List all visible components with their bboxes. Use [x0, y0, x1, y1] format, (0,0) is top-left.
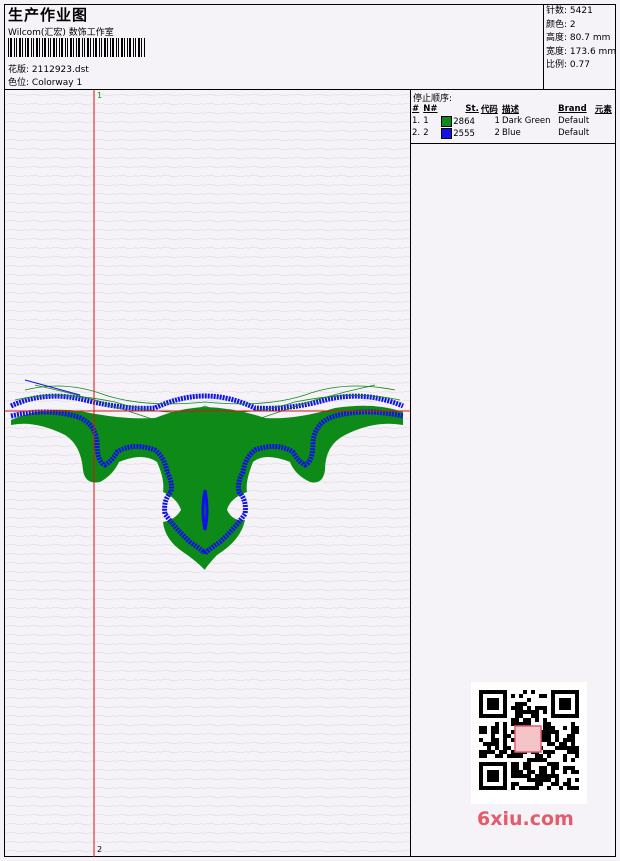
stop-sequence-panel: 停止顺序: # N# St. 代码 描述 Brand 元素 1. 1 2864 … — [411, 90, 615, 857]
watermark-logo: 6xiu.com — [477, 808, 574, 830]
colorway-label: 色位: — [8, 78, 30, 88]
col-number: N# — [423, 103, 438, 114]
col-code: 代码 — [480, 104, 498, 115]
color-swatch — [441, 127, 453, 139]
barcode — [8, 38, 145, 57]
worksheet-header: 生产作业图 Wilcom(汇宏) 数饰工作室 花版: 2112923.dst 色… — [5, 5, 616, 90]
design-label: 花版: — [8, 65, 30, 75]
embroidery-canvas: 1 2 — [5, 90, 411, 857]
design-file-row: 花版: 2112923.dst — [8, 62, 89, 75]
embroidery-preview — [5, 90, 410, 857]
end-marker: 2 — [97, 845, 103, 854]
page-title: 生产作业图 — [8, 6, 89, 24]
start-marker: 1 — [97, 91, 103, 100]
col-element: 元素 — [594, 104, 612, 115]
stat-colors: 颜色: 2 — [546, 19, 576, 30]
production-worksheet: 生产作业图 Wilcom(汇宏) 数饰工作室 花版: 2112923.dst 色… — [4, 4, 616, 857]
col-brand: Brand — [558, 103, 587, 114]
design-value: 2112923.dst — [31, 65, 89, 75]
stop-sequence-table: # N# St. 代码 描述 Brand 元素 1. 1 2864 1 Dark… — [411, 102, 615, 139]
stat-stitches: 针数: 5421 — [546, 6, 593, 16]
color-swatch — [441, 115, 453, 127]
company-name: Wilcom(汇宏) 数饰工作室 — [8, 28, 114, 38]
colorway-value: Colorway 1 — [31, 78, 83, 88]
stat-width: 宽度: 173.6 mm — [546, 46, 617, 57]
table-header-row: # N# St. 代码 描述 Brand 元素 — [411, 102, 615, 115]
colorway-row: 色位: Colorway 1 — [8, 75, 82, 88]
table-row: 2. 2 2555 2 Blue Default — [412, 127, 590, 139]
stat-scale: 比例: 0.77 — [546, 60, 590, 71]
qr-code — [471, 682, 587, 804]
panel-divider — [411, 143, 615, 144]
col-stitches: St. — [465, 103, 479, 114]
stats-panel: 针数: 5421 颜色: 2 高度: 80.7 mm 宽度: 173.6 mm … — [543, 5, 616, 89]
col-description: 描述 — [501, 104, 519, 115]
stat-height: 高度: 80.7 mm — [546, 33, 611, 44]
table-row: 1. 1 2864 1 Dark Green Default — [412, 115, 590, 127]
col-index: # — [412, 103, 420, 114]
